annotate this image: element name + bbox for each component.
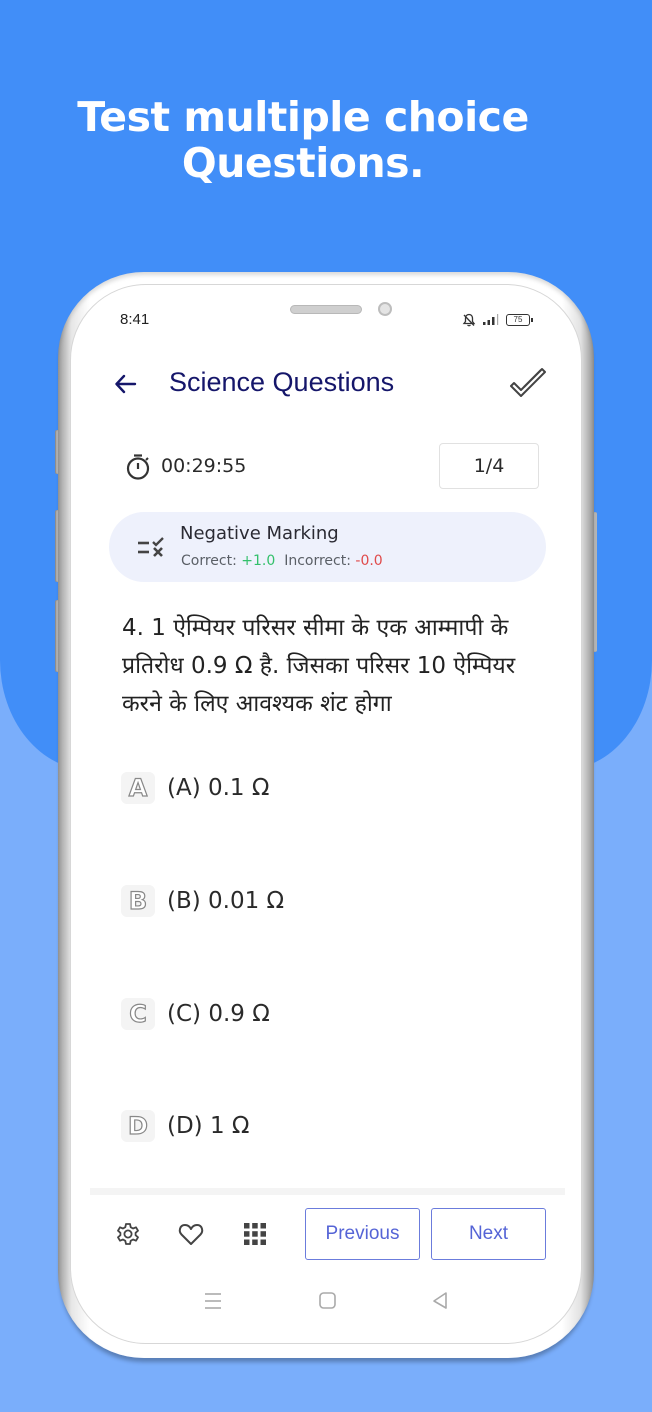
phone-frame [58,272,594,1358]
phone-speaker [290,305,362,314]
question-text: 4. 1 ऐम्पियर परिसर सीमा के एक आम्मापी के… [122,615,516,717]
bottom-divider [90,1188,565,1195]
option-letter-a-icon: A [121,772,155,804]
home-icon[interactable] [317,1290,339,1312]
option-label: (D) 1 Ω [167,1113,250,1139]
check-cross-list-icon [138,537,164,557]
option-letter-c-icon: C [121,998,155,1030]
arrow-left-icon[interactable] [112,370,140,398]
double-check-icon[interactable] [508,366,548,402]
promo-headline: Test multiple choice Questions. [0,94,606,186]
phone-camera [378,302,392,316]
marking-scores: Correct: +1.0 Incorrect: -0.0 [181,553,383,569]
previous-button[interactable]: Previous [305,1208,420,1260]
gear-icon[interactable] [114,1220,142,1248]
incorrect-value: -0.0 [355,553,383,569]
battery-icon: 75 [506,314,533,326]
grid-icon[interactable] [241,1220,269,1248]
option-label: (C) 0.9 Ω [167,1001,270,1027]
correct-value: +1.0 [241,553,276,569]
incorrect-label: Incorrect: [284,553,351,569]
correct-label: Correct: [181,553,237,569]
option-letter-b-icon: B [121,885,155,917]
menu-icon[interactable] [203,1290,225,1312]
stopwatch-icon [126,454,150,480]
question-counter[interactable]: 1/4 [439,443,539,489]
option-b[interactable]: B (B) 0.01 Ω [121,884,284,918]
negative-marking-title: Negative Marking [180,523,339,544]
option-a[interactable]: A (A) 0.1 Ω [121,771,269,805]
heart-icon[interactable] [177,1220,205,1248]
option-letter-d-icon: D [121,1110,155,1142]
back-triangle-icon[interactable] [430,1290,452,1312]
headline-line-1: Test multiple choice [77,93,529,141]
next-button[interactable]: Next [431,1208,546,1260]
option-label: (A) 0.1 Ω [167,775,270,801]
timer-readout: 00:29:55 [161,455,247,477]
option-label: (B) 0.01 Ω [167,888,285,914]
status-time: 8:41 [120,311,150,328]
bell-muted-icon [462,313,476,327]
page-title: Science Questions [169,367,395,397]
option-c[interactable]: C (C) 0.9 Ω [121,997,270,1031]
headline-line-2: Questions. [181,139,425,187]
status-icons: 75 [462,312,533,328]
signal-icon [483,314,499,325]
option-d[interactable]: D (D) 1 Ω [121,1109,250,1143]
